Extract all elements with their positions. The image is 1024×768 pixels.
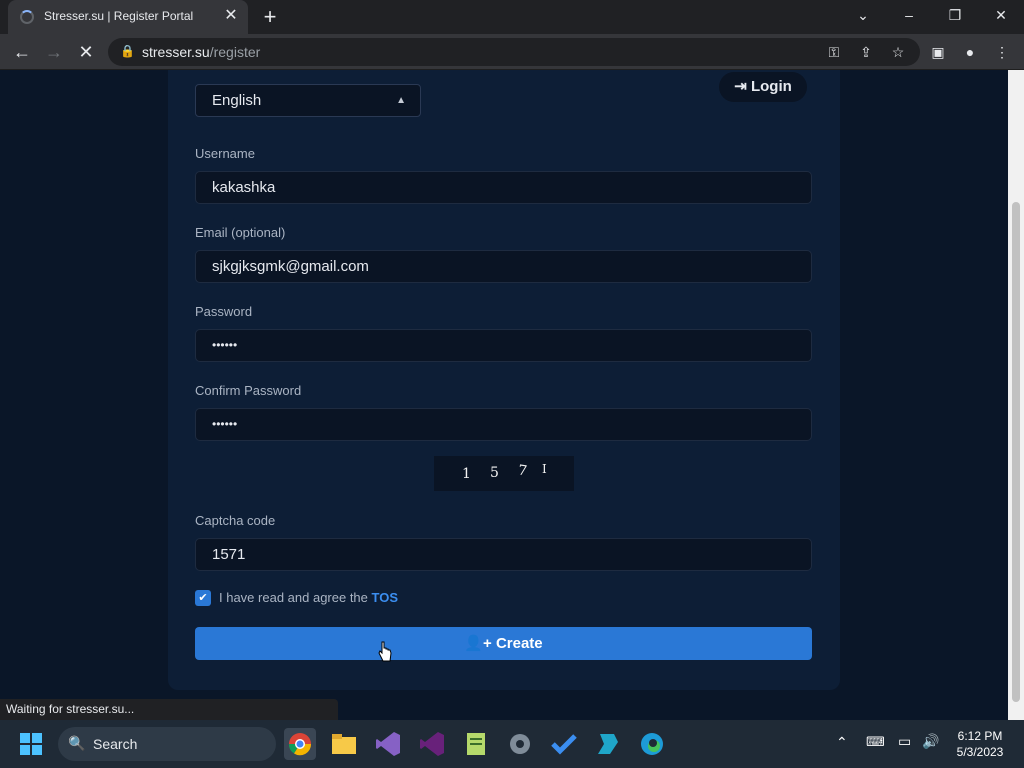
url-text: stresser.su/register xyxy=(142,44,261,60)
language-select[interactable]: English ▲ xyxy=(195,84,421,117)
email-input[interactable]: sjkgjksgmk@gmail.com xyxy=(195,250,812,283)
chrome-taskbar-icon[interactable] xyxy=(284,728,316,760)
username-value: kakashka xyxy=(212,179,276,196)
clock-time: 6:12 PM xyxy=(957,729,1003,743)
taskbar-search-label: Search xyxy=(93,736,138,752)
bookmark-star-icon[interactable]: ☆ xyxy=(888,42,908,62)
stop-loading-button[interactable]: ✕ xyxy=(74,40,98,64)
captcha-digit: I xyxy=(542,462,547,476)
share-icon[interactable]: ⇪ xyxy=(856,42,876,62)
username-input[interactable]: kakashka xyxy=(195,171,812,204)
browser-tab[interactable]: Stresser.su | Register Portal ✕ xyxy=(8,0,248,34)
password-input[interactable]: •••••• xyxy=(195,329,812,362)
keyboard-icon[interactable]: ⌨ xyxy=(866,734,885,750)
create-button[interactable]: 👤+ Create xyxy=(195,627,812,660)
login-button[interactable]: ⇥ Login xyxy=(719,72,807,102)
tab-title: Stresser.su | Register Portal xyxy=(44,9,194,23)
minimize-button[interactable]: – xyxy=(886,0,932,30)
loading-spinner-icon xyxy=(20,10,34,24)
visual-studio-icon[interactable] xyxy=(372,728,404,760)
settings-gear-icon[interactable] xyxy=(504,728,536,760)
volume-icon[interactable]: 🔊 xyxy=(922,733,939,750)
browser-status-bar: Waiting for stresser.su... xyxy=(0,699,338,720)
edge-browser-icon[interactable] xyxy=(636,728,668,760)
menu-icon[interactable]: ⋮ xyxy=(992,42,1012,62)
page-viewport xyxy=(0,70,1008,720)
captcha-input[interactable]: 1571 xyxy=(195,538,812,571)
file-explorer-icon[interactable] xyxy=(328,728,360,760)
azure-app-icon[interactable] xyxy=(592,728,624,760)
search-icon: 🔍 xyxy=(68,735,86,751)
lock-icon: 🔒 xyxy=(120,44,135,58)
windows-start-icon[interactable] xyxy=(20,733,42,755)
tos-link[interactable]: TOS xyxy=(372,590,399,605)
password-key-icon[interactable]: ⚿ xyxy=(824,42,844,62)
taskbar-search[interactable]: 🔍 Search xyxy=(58,727,276,761)
restore-button[interactable]: ❐ xyxy=(932,0,978,30)
captcha-image: 1 5 7 I xyxy=(434,456,574,491)
create-button-label: Create xyxy=(495,635,543,652)
clock-date: 5/3/2023 xyxy=(956,745,1004,759)
captcha-digit: 7 xyxy=(516,462,528,480)
new-tab-button[interactable]: + xyxy=(258,5,282,29)
taskbar-clock[interactable]: 6:12 PM 5/3/2023 xyxy=(944,728,1016,760)
password-value: •••••• xyxy=(212,338,238,352)
add-user-icon: 👤+ xyxy=(464,635,492,652)
tab-search-icon[interactable]: ⌄ xyxy=(840,0,886,30)
hand-cursor-icon xyxy=(378,641,392,662)
tos-label: I have read and agree the TOS xyxy=(219,590,399,605)
captcha-label: Captcha code xyxy=(195,513,276,528)
page-scrollbar[interactable] xyxy=(1008,70,1024,720)
notepad-icon[interactable] xyxy=(460,728,492,760)
todo-check-icon[interactable] xyxy=(548,728,580,760)
select-arrows-icon: ▲ xyxy=(396,95,406,106)
back-button[interactable]: ← xyxy=(10,40,34,64)
tray-chevron-up-icon[interactable]: ⌃ xyxy=(836,734,848,751)
close-window-button[interactable]: ✕ xyxy=(978,0,1024,30)
language-select-value: English xyxy=(212,92,262,109)
forward-button[interactable]: → xyxy=(42,40,66,64)
browser-title-bar: Stresser.su | Register Portal ✕ + ⌄ – ❐ … xyxy=(0,0,1024,34)
login-button-label: Login xyxy=(750,78,792,95)
confirm-password-value: •••••• xyxy=(212,417,238,431)
email-label: Email (optional) xyxy=(195,225,286,240)
visual-studio-alt-icon[interactable] xyxy=(416,728,448,760)
login-icon: ⇥ xyxy=(734,78,747,95)
profile-icon[interactable]: ● xyxy=(960,42,980,62)
captcha-digit: 5 xyxy=(490,465,499,481)
side-panel-icon[interactable]: ▣ xyxy=(928,42,948,62)
tab-close-icon[interactable]: ✕ xyxy=(222,7,240,25)
email-value: sjkgjksgmk@gmail.com xyxy=(212,258,369,275)
display-icon[interactable]: ▭ xyxy=(898,733,911,750)
captcha-value: 1571 xyxy=(212,546,246,563)
password-label: Password xyxy=(195,304,253,319)
confirm-password-label: Confirm Password xyxy=(195,383,302,398)
tos-checkbox[interactable]: ✔ xyxy=(195,590,211,606)
username-label: Username xyxy=(195,146,255,161)
captcha-digit: 1 xyxy=(462,466,471,482)
windows-taskbar: 🔍 Search ⌃ ⌨ ▭ 🔊 6:12 PM 5/3/2023 xyxy=(0,720,1024,768)
scrollbar-thumb[interactable] xyxy=(1012,202,1020,702)
address-bar[interactable]: 🔒 stresser.su/register ⚿ ⇪ ☆ xyxy=(108,38,920,66)
confirm-password-input[interactable]: •••••• xyxy=(195,408,812,441)
browser-toolbar: ← → ✕ 🔒 stresser.su/register ⚿ ⇪ ☆ ▣ ● ⋮ xyxy=(0,34,1024,70)
